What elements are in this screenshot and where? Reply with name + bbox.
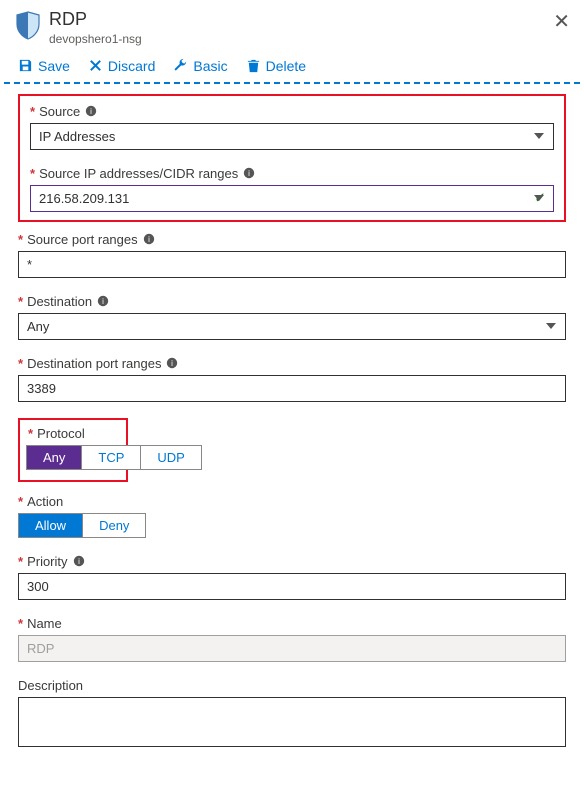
source-ports-input[interactable] bbox=[18, 251, 566, 278]
info-icon[interactable]: i bbox=[73, 555, 85, 567]
source-ports-label: *Source port ranges i bbox=[18, 232, 566, 247]
highlight-protocol-box: *Protocol Any TCP UDP bbox=[18, 418, 128, 482]
action-label: *Action bbox=[18, 494, 566, 509]
info-icon[interactable]: i bbox=[243, 167, 255, 179]
svg-text:i: i bbox=[90, 107, 92, 116]
svg-text:i: i bbox=[102, 297, 104, 306]
protocol-tcp[interactable]: TCP bbox=[82, 446, 141, 469]
toolbar: Save Discard Basic Delete bbox=[0, 54, 584, 82]
save-button[interactable]: Save bbox=[18, 58, 70, 74]
discard-button[interactable]: Discard bbox=[88, 58, 155, 74]
save-label: Save bbox=[38, 58, 70, 74]
name-input bbox=[18, 635, 566, 662]
trash-icon bbox=[246, 58, 261, 73]
discard-icon bbox=[88, 58, 103, 73]
action-allow[interactable]: Allow bbox=[19, 514, 83, 537]
panel-header: RDP devopshero1-nsg ✕ bbox=[0, 0, 584, 54]
protocol-any[interactable]: Any bbox=[27, 446, 82, 469]
shield-icon bbox=[15, 10, 41, 40]
info-icon[interactable]: i bbox=[97, 295, 109, 307]
action-deny[interactable]: Deny bbox=[83, 514, 145, 537]
close-icon[interactable]: ✕ bbox=[553, 12, 570, 32]
svg-text:i: i bbox=[148, 235, 150, 244]
source-label: *Source i bbox=[30, 104, 554, 119]
destination-select[interactable]: Any bbox=[18, 313, 566, 340]
source-ips-label: *Source IP addresses/CIDR ranges i bbox=[30, 166, 554, 181]
basic-label: Basic bbox=[193, 58, 227, 74]
page-subtitle: devopshero1-nsg bbox=[49, 32, 142, 46]
info-icon[interactable]: i bbox=[143, 233, 155, 245]
destination-label: *Destination i bbox=[18, 294, 566, 309]
svg-text:i: i bbox=[172, 359, 174, 368]
priority-label: *Priority i bbox=[18, 554, 566, 569]
svg-text:i: i bbox=[78, 557, 80, 566]
action-group: Allow Deny bbox=[18, 513, 146, 538]
dest-ports-label: *Destination port ranges i bbox=[18, 356, 566, 371]
checkmark-icon: ✓ bbox=[534, 190, 546, 207]
protocol-udp[interactable]: UDP bbox=[141, 446, 200, 469]
delete-button[interactable]: Delete bbox=[246, 58, 306, 74]
source-select[interactable]: IP Addresses bbox=[30, 123, 554, 150]
save-icon bbox=[18, 58, 33, 73]
source-ips-input[interactable] bbox=[30, 185, 554, 212]
svg-text:i: i bbox=[248, 169, 250, 178]
dest-ports-input[interactable] bbox=[18, 375, 566, 402]
wrench-icon bbox=[173, 58, 188, 73]
page-title: RDP bbox=[49, 10, 142, 30]
protocol-label: *Protocol bbox=[28, 426, 118, 441]
priority-input[interactable] bbox=[18, 573, 566, 600]
discard-label: Discard bbox=[108, 58, 155, 74]
info-icon[interactable]: i bbox=[85, 105, 97, 117]
description-label: Description bbox=[18, 678, 566, 693]
description-input[interactable] bbox=[18, 697, 566, 747]
protocol-group: Any TCP UDP bbox=[26, 445, 202, 470]
highlight-source-box: *Source i IP Addresses *Source IP addres… bbox=[18, 94, 566, 222]
name-label: *Name bbox=[18, 616, 566, 631]
delete-label: Delete bbox=[266, 58, 306, 74]
basic-button[interactable]: Basic bbox=[173, 58, 227, 74]
info-icon[interactable]: i bbox=[166, 357, 178, 369]
